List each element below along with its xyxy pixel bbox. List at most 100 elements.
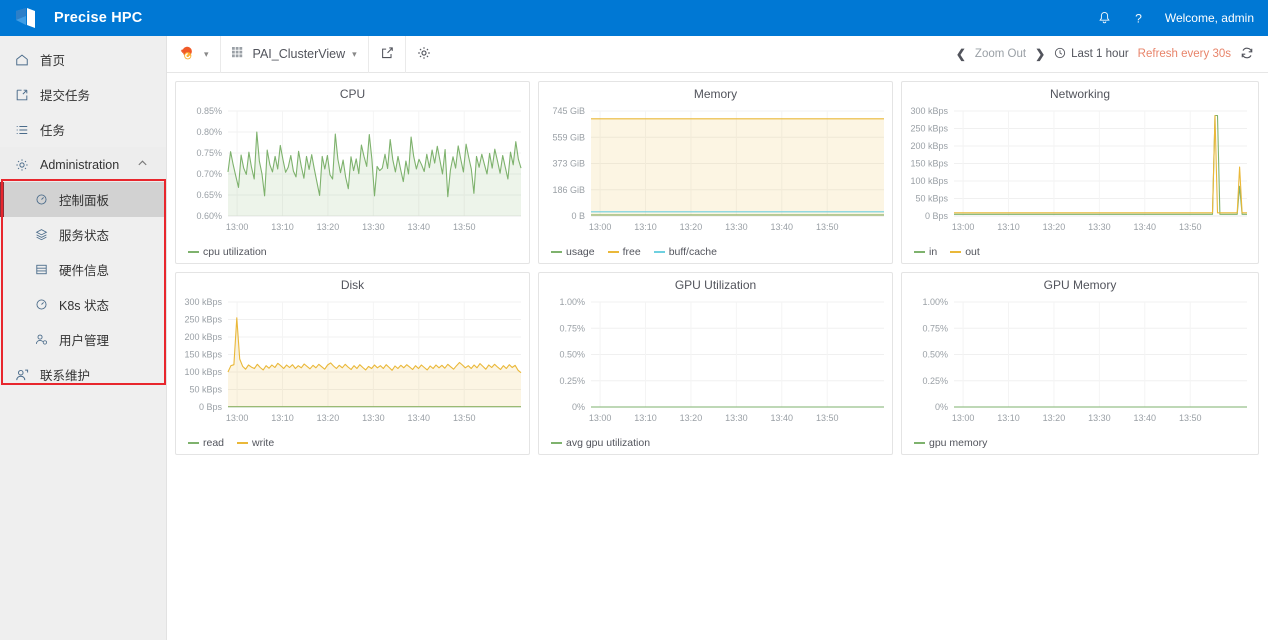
sidebar-item-service-status[interactable]: 服务状态	[0, 217, 166, 252]
legend-label: out	[965, 246, 980, 258]
svg-text:200 kBps: 200 kBps	[184, 332, 222, 342]
legend-label: read	[203, 437, 225, 449]
chart-plot[interactable]: 0 Bps 50 kBps 100 kBps 150 kBps 200 kBps 250 …	[902, 103, 1258, 246]
legend-swatch	[950, 251, 962, 253]
legend-label: avg gpu utilization	[566, 437, 651, 449]
contact-icon	[14, 367, 29, 382]
panel-disk[interactable]: Disk 0 Bps 50 kBps 100 kBps 150 kBps 200 kBps…	[175, 272, 530, 455]
welcome-label[interactable]: Welcome, admin	[1165, 11, 1254, 25]
legend-swatch	[607, 251, 619, 253]
svg-text:50 kBps: 50 kBps	[189, 385, 222, 395]
svg-text:13:00: 13:00	[226, 413, 249, 423]
panel-gpu-utilization[interactable]: GPU Utilization 0% 0.25% 0.50% 0.75% 1.00% 13:…	[538, 272, 893, 455]
panel-networking[interactable]: Networking 0 Bps 50 kBps 100 kBps 150 kBps 20…	[901, 81, 1259, 264]
sidebar-item-k8s-status[interactable]: K8s 状态	[0, 287, 166, 322]
list-icon	[14, 122, 29, 137]
refresh-icon[interactable]	[1240, 46, 1254, 63]
svg-text:559 GiB: 559 GiB	[552, 132, 585, 142]
panel-gpu-memory[interactable]: GPU Memory 0% 0.25% 0.50% 0.75% 1.00% 13:00 13:…	[901, 272, 1259, 455]
grafana-home-button[interactable]: ▾	[167, 35, 221, 73]
legend-label: gpu memory	[929, 437, 988, 449]
chart-plot[interactable]: 0.60% 0.65% 0.70% 0.75% 0.80% 0.85% 13:00 13:10…	[176, 103, 529, 246]
legend-item[interactable]: free	[607, 246, 641, 258]
svg-text:13:30: 13:30	[725, 413, 748, 423]
svg-text:13:20: 13:20	[680, 413, 703, 423]
dashboard-selector[interactable]: PAI_ClusterView ▾	[221, 35, 369, 73]
sidebar-item-label: 用户管理	[59, 334, 110, 348]
chart-plot[interactable]: 0 Bps 50 kBps 100 kBps 150 kBps 200 kBps 250 …	[176, 294, 529, 437]
legend-item[interactable]: in	[914, 246, 937, 258]
svg-text:13:10: 13:10	[271, 413, 294, 423]
dashboard-settings-button[interactable]	[406, 36, 442, 73]
legend-swatch	[914, 251, 925, 253]
svg-text:13:20: 13:20	[317, 413, 340, 423]
legend-item[interactable]: usage	[551, 246, 595, 258]
svg-text:13:50: 13:50	[453, 222, 476, 232]
svg-text:0.75%: 0.75%	[196, 148, 222, 158]
sidebar-item-hardware-info[interactable]: 硬件信息	[0, 252, 166, 287]
sidebar-item-jobs[interactable]: 任务	[0, 112, 166, 147]
sidebar-item-home[interactable]: 首页	[0, 42, 166, 77]
caret-down-icon[interactable]: ▾	[352, 49, 357, 60]
dashboard-grid-icon	[231, 47, 246, 61]
chevron-up-icon[interactable]	[137, 158, 148, 172]
svg-text:13:50: 13:50	[816, 222, 839, 232]
svg-text:300 kBps: 300 kBps	[910, 106, 948, 116]
grafana-logo-icon	[178, 45, 197, 64]
sidebar-item-control-panel[interactable]: 控制面板	[0, 182, 166, 217]
svg-text:100 kBps: 100 kBps	[184, 367, 222, 377]
svg-text:200 kBps: 200 kBps	[910, 141, 948, 151]
legend-item[interactable]: gpu memory	[914, 437, 987, 449]
clock-icon	[1054, 47, 1066, 62]
svg-text:13:50: 13:50	[1179, 222, 1202, 232]
refresh-interval-label[interactable]: Refresh every 30s	[1138, 48, 1231, 60]
sidebar-item-user-management[interactable]: 用户管理	[0, 322, 166, 357]
panel-memory[interactable]: Memory 0 B 186 GiB 373 GiB 559 GiB 745 GiB 13:…	[538, 81, 893, 264]
chart-legend: usage free buff/cache	[539, 246, 892, 263]
home-icon	[14, 52, 29, 67]
legend-item[interactable]: buff/cache	[653, 246, 717, 258]
sidebar-item-contact-support[interactable]: 联系维护	[0, 357, 166, 392]
svg-text:0%: 0%	[935, 402, 948, 412]
svg-text:300 kBps: 300 kBps	[184, 297, 222, 307]
legend-swatch	[914, 442, 925, 444]
svg-text:100 kBps: 100 kBps	[910, 176, 948, 186]
chart-legend: gpu memory	[902, 437, 1258, 454]
svg-text:0.65%: 0.65%	[196, 190, 222, 200]
share-button[interactable]	[369, 35, 406, 73]
time-range-picker[interactable]: Last 1 hour	[1054, 47, 1129, 62]
panel-title: Memory	[693, 87, 738, 101]
app-title: Precise HPC	[54, 10, 143, 26]
sidebar-item-administration[interactable]: Administration	[0, 147, 166, 182]
svg-text:13:50: 13:50	[1179, 413, 1202, 423]
zoom-out-button[interactable]: Zoom Out	[975, 48, 1026, 60]
legend-label: usage	[566, 246, 595, 258]
svg-text:13:10: 13:10	[634, 413, 657, 423]
chevron-left-icon[interactable]: ❮	[956, 47, 966, 61]
chart-plot[interactable]: 0% 0.25% 0.50% 0.75% 1.00% 13:00 13:10 13:20 13:…	[902, 294, 1258, 437]
panel-cpu[interactable]: CPU 0.60% 0.65% 0.70% 0.75% 0.80% 0.85% 13:00 13…	[175, 81, 530, 264]
svg-text:13:40: 13:40	[408, 413, 431, 423]
legend-item[interactable]: out	[950, 246, 980, 258]
chart-plot[interactable]: 0 B 186 GiB 373 GiB 559 GiB 745 GiB 13:00 13:1…	[539, 103, 892, 246]
question-mark-icon[interactable]: ?	[1131, 10, 1147, 26]
svg-text:13:30: 13:30	[362, 413, 385, 423]
svg-text:13:00: 13:00	[589, 413, 612, 423]
sidebar-item-label: 任务	[40, 124, 66, 138]
bell-icon[interactable]	[1097, 10, 1113, 26]
legend-item[interactable]: cpu utilization	[188, 246, 267, 258]
legend-item[interactable]: write	[237, 437, 274, 449]
sidebar-item-submit-job[interactable]: 提交任务	[0, 77, 166, 112]
svg-text:150 kBps: 150 kBps	[184, 350, 222, 360]
legend-item[interactable]: read	[188, 437, 224, 449]
svg-text:250 kBps: 250 kBps	[910, 124, 948, 134]
chevron-right-icon[interactable]: ❯	[1035, 47, 1045, 61]
svg-text:13:40: 13:40	[1134, 222, 1157, 232]
sidebar-item-label: 服务状态	[59, 229, 110, 243]
legend-swatch	[653, 251, 665, 253]
legend-item[interactable]: avg gpu utilization	[551, 437, 650, 449]
hardware-icon	[34, 262, 49, 277]
svg-text:13:20: 13:20	[1043, 222, 1066, 232]
caret-down-icon[interactable]: ▾	[204, 49, 209, 60]
chart-plot[interactable]: 0% 0.25% 0.50% 0.75% 1.00% 13:00 13:10 13:20 13:…	[539, 294, 892, 437]
